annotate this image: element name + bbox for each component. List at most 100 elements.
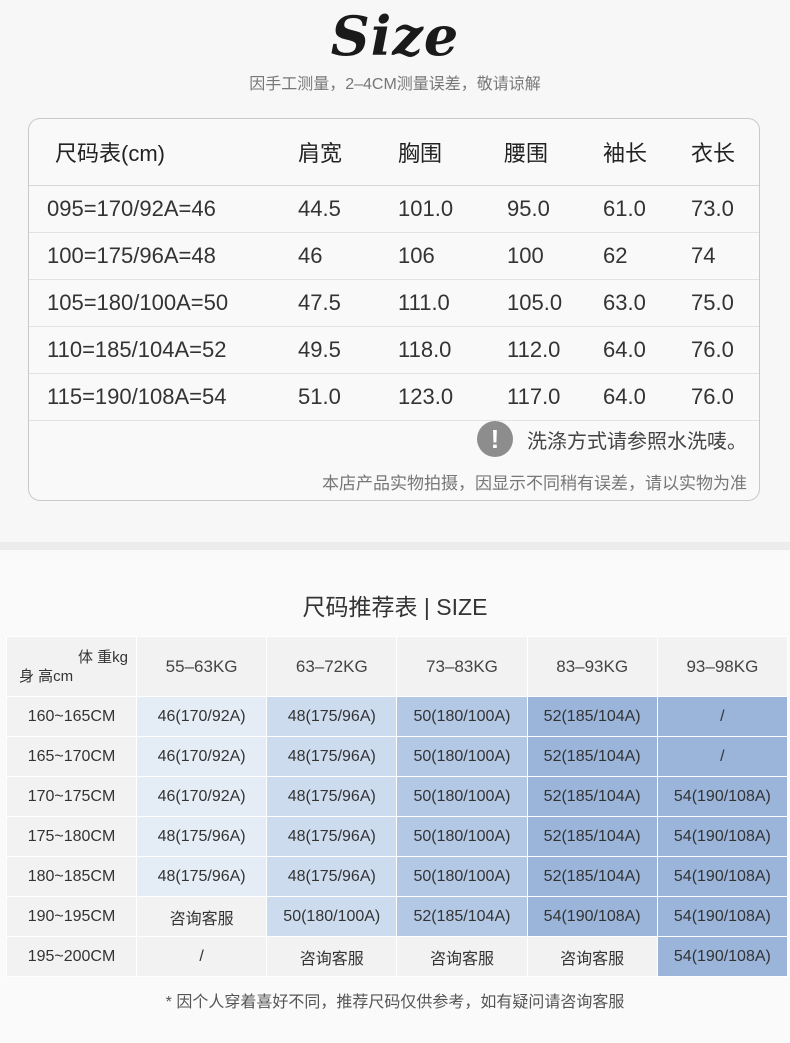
recommend-cell: 48(175/96A) [135,856,268,897]
chest-cell: 118.0 [397,326,503,374]
recommend-cell: 50(180/100A) [266,896,398,937]
table-row: 105=180/100A=50 47.5 111.0 105.0 63.0 75… [29,279,759,327]
table-row: 110=185/104A=52 49.5 118.0 112.0 64.0 76… [29,326,759,374]
recommend-cell: 50(180/100A) [396,736,528,777]
recommend-cell: 咨询客服 [135,896,268,937]
recommend-cell: 48(175/96A) [266,776,398,817]
height-row-header: 160~165CM [6,696,137,737]
size-cell: 110=185/104A=52 [29,326,297,374]
table-row: 160~165CM 46(170/92A) 48(175/96A) 50(180… [6,696,789,737]
recommend-cell: 54(190/108A) [526,896,658,937]
col-header-sleeve: 袖长 [602,119,690,186]
table-row: 095=170/92A=46 44.5 101.0 95.0 61.0 73.0 [29,185,759,233]
section-divider [0,542,790,550]
height-row-header: 170~175CM [6,776,137,817]
weight-col-header: 73–83KG [396,636,528,697]
recommend-cell: 48(175/96A) [135,816,268,857]
chest-cell: 123.0 [397,373,503,421]
recommend-cell: 54(190/108A) [656,896,789,937]
sleeve-cell: 62 [602,232,690,280]
waist-cell: 100 [503,232,602,280]
recommend-cell: 52(185/104A) [526,816,658,857]
recommend-cell: 48(175/96A) [266,856,398,897]
recommend-cell: 54(190/108A) [656,816,789,857]
recommend-cell: 咨询客服 [526,936,658,977]
sleeve-cell: 64.0 [602,326,690,374]
waist-cell: 117.0 [503,373,602,421]
size-recommendation-section: 尺码推荐表 | SIZE 体 重kg 身 高cm 55–63KG 63–72KG… [0,550,790,1043]
height-axis-label: 身 高cm [19,668,74,685]
waist-cell: 112.0 [503,326,602,374]
recommend-cell: 50(180/100A) [396,816,528,857]
recommend-table: 体 重kg 身 高cm 55–63KG 63–72KG 73–83KG 83–9… [6,636,789,977]
table-row: 195~200CM / 咨询客服 咨询客服 咨询客服 54(190/108A) [6,936,789,977]
table-row: 180~185CM 48(175/96A) 48(175/96A) 50(180… [6,856,789,897]
shoulder-cell: 46 [297,232,397,280]
recommend-cell: 54(190/108A) [656,856,789,897]
size-table-card: 尺码表(cm) 肩宽 胸围 腰围 袖长 衣长 095=170/92A=46 44… [28,118,760,501]
recommend-cell: 52(185/104A) [396,896,528,937]
recommend-cell: / [656,736,789,777]
size-logo: Size [330,4,460,68]
size-cell: 105=180/100A=50 [29,279,297,327]
shoulder-cell: 49.5 [297,326,397,374]
recommend-cell: / [656,696,789,737]
recommend-cell: 52(185/104A) [526,856,658,897]
recommend-cell: 46(170/92A) [135,696,268,737]
height-row-header: 165~170CM [6,736,137,777]
weight-axis-label: 体 重kg [77,649,128,666]
table-row: 115=190/108A=54 51.0 123.0 117.0 64.0 76… [29,373,759,421]
size-cell: 115=190/108A=54 [29,373,297,421]
recommend-cell: 48(175/96A) [266,736,398,777]
size-chart-section: Size 因手工测量，2–4CM测量误差，敬请谅解 尺码表(cm) 肩宽 胸围 … [0,0,790,542]
col-header-chest: 胸围 [397,119,503,186]
size-table: 尺码表(cm) 肩宽 胸围 腰围 袖长 衣长 095=170/92A=46 44… [29,119,759,421]
table-row: 190~195CM 咨询客服 50(180/100A) 52(185/104A)… [6,896,789,937]
recommend-cell: 54(190/108A) [656,776,789,817]
col-header-size: 尺码表(cm) [29,119,297,186]
size-cell: 095=170/92A=46 [29,185,297,233]
weight-col-header: 63–72KG [266,636,398,697]
recommend-footnote: * 因个人穿着喜好不同，推荐尺码仅供参考，如有疑问请咨询客服 [165,994,625,1011]
recommend-cell: 54(190/108A) [656,936,789,977]
recommend-cell: 46(170/92A) [135,736,268,777]
warning-icon: ! [477,421,513,457]
height-row-header: 180~185CM [6,856,137,897]
recommend-cell: 46(170/92A) [135,776,268,817]
wash-note: 洗涤方式请参照水洗唛。 [527,430,747,453]
wash-instruction: ! 洗涤方式请参照水洗唛。 [477,421,747,457]
waist-cell: 95.0 [503,185,602,233]
recommend-cell: 48(175/96A) [266,816,398,857]
length-cell: 75.0 [690,279,759,327]
height-row-header: 195~200CM [6,936,137,977]
height-row-header: 190~195CM [6,896,137,937]
chest-cell: 101.0 [397,185,503,233]
recommend-cell: 50(180/100A) [396,696,528,737]
chest-cell: 106 [397,232,503,280]
recommend-cell: / [135,936,268,977]
table-row: 165~170CM 46(170/92A) 48(175/96A) 50(180… [6,736,789,777]
recommend-cell: 52(185/104A) [526,736,658,777]
chest-cell: 111.0 [397,279,503,327]
weight-col-header: 93–98KG [656,636,789,697]
shoulder-cell: 51.0 [297,373,397,421]
corner-cell: 体 重kg 身 高cm [6,636,137,697]
sleeve-cell: 64.0 [602,373,690,421]
recommend-cell: 52(185/104A) [526,696,658,737]
shoulder-cell: 44.5 [297,185,397,233]
col-header-waist: 腰围 [503,119,602,186]
col-header-shoulder: 肩宽 [297,119,397,186]
height-row-header: 175~180CM [6,816,137,857]
waist-cell: 105.0 [503,279,602,327]
col-header-length: 衣长 [690,119,759,186]
recommend-cell: 52(185/104A) [526,776,658,817]
weight-col-header: 55–63KG [135,636,268,697]
recommend-title: 尺码推荐表 | SIZE [302,594,488,620]
sleeve-cell: 61.0 [602,185,690,233]
recommend-cell: 50(180/100A) [396,776,528,817]
table-row: 100=175/96A=48 46 106 100 62 74 [29,232,759,280]
shoulder-cell: 47.5 [297,279,397,327]
recommend-cell: 咨询客服 [266,936,398,977]
length-cell: 73.0 [690,185,759,233]
recommend-cell: 咨询客服 [396,936,528,977]
